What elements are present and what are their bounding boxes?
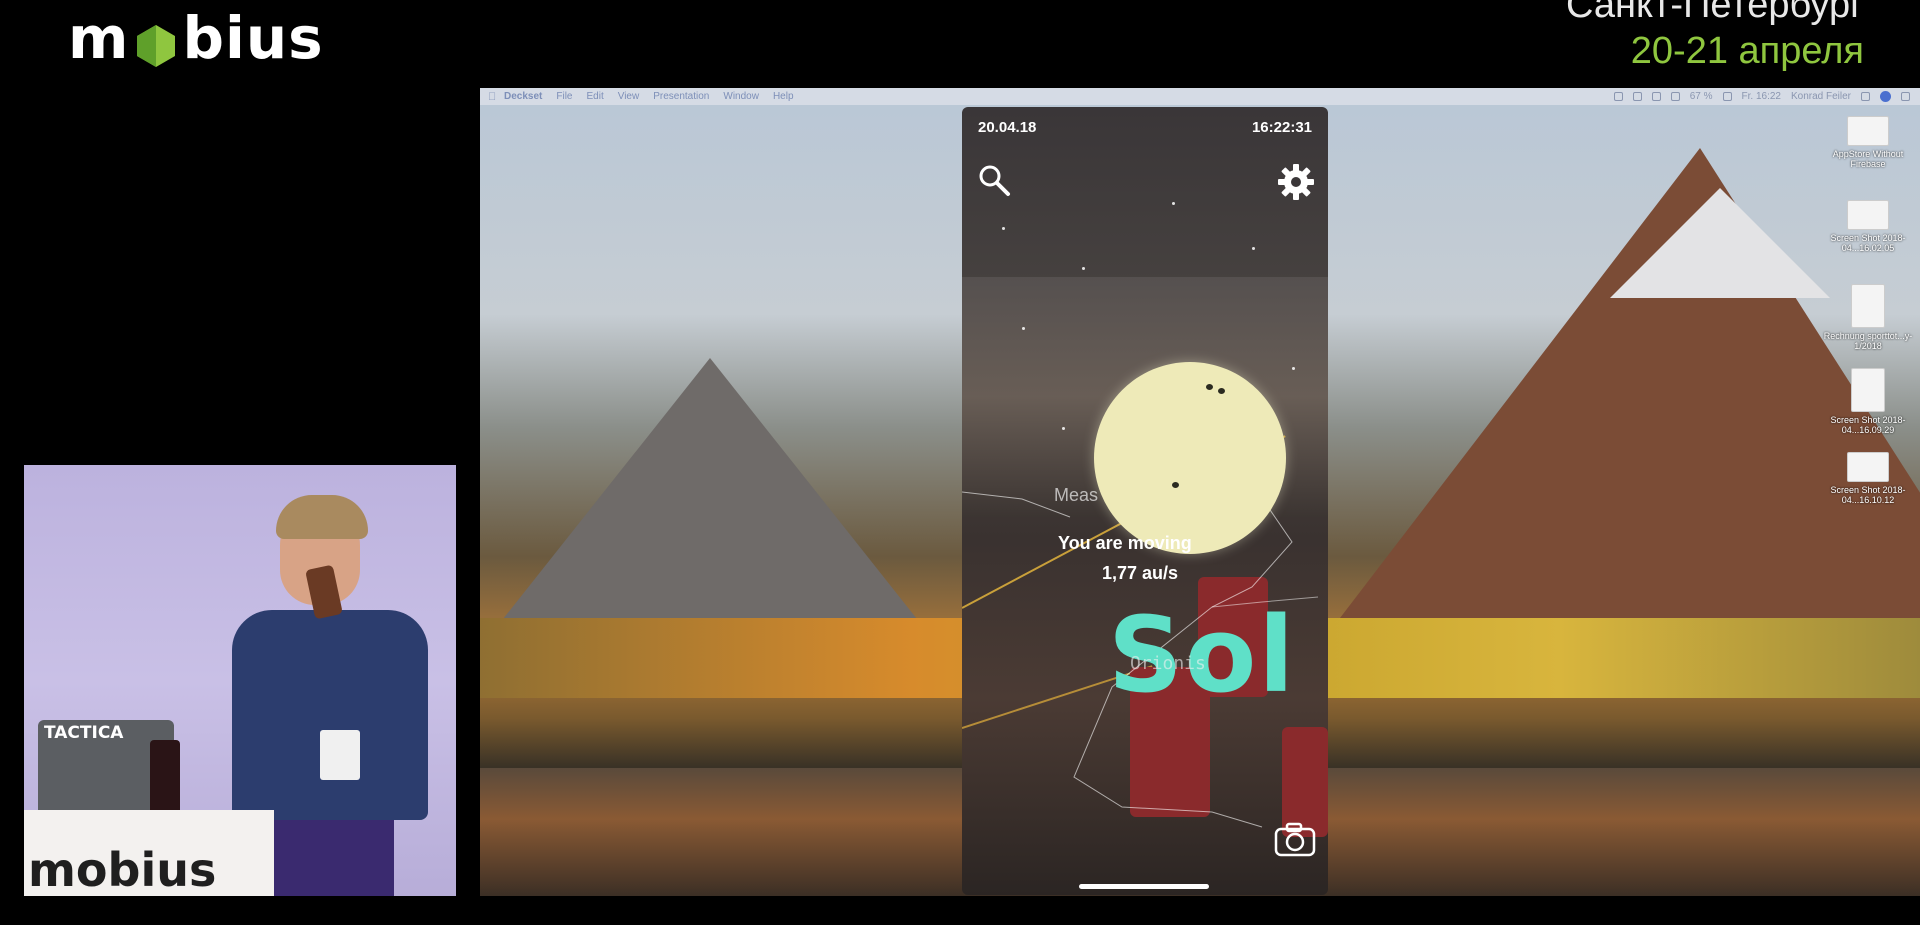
constellation-label: Orionis	[1130, 653, 1206, 674]
pdf-icon	[1851, 284, 1885, 328]
menu-help[interactable]: Help	[773, 91, 794, 102]
menu-edit[interactable]: Edit	[586, 91, 603, 102]
gear-icon[interactable]	[1276, 162, 1316, 202]
camera-icon[interactable]	[1274, 821, 1316, 857]
desktop-file[interactable]: Screen Shot 2018-04...16.10.12	[1820, 452, 1916, 536]
phone-status-date: 20.04.18	[978, 119, 1037, 136]
spotlight-icon[interactable]	[1861, 92, 1870, 101]
wallpaper-mountain-left	[480, 358, 940, 648]
bottom-bar	[0, 896, 1920, 925]
desktop-file[interactable]: AppStore Without Firebase	[1820, 116, 1916, 200]
status-wifi-icon[interactable]	[1651, 92, 1661, 101]
speaker-badge	[320, 730, 360, 780]
phone-screen: 20.04.18 16:22:31 Meas You are moving 1,…	[962, 107, 1328, 895]
sunspot	[1218, 388, 1225, 394]
menu-app-name[interactable]: Deckset	[504, 91, 542, 102]
battery-percentage[interactable]: 67 %	[1690, 91, 1713, 102]
apple-menu-icon[interactable]: 	[488, 91, 504, 103]
menu-file[interactable]: File	[556, 91, 572, 102]
menu-view[interactable]: View	[618, 91, 640, 102]
measure-label: Meas	[1054, 485, 1099, 505]
status-volume-icon[interactable]	[1670, 92, 1680, 101]
desktop-file[interactable]: Rechnung sporttot...y-1/2018	[1820, 284, 1916, 368]
desktop-file[interactable]: Screen Shot 2018-04...16.09.29	[1820, 368, 1916, 452]
screenshot-icon	[1851, 368, 1885, 412]
speaker-hair	[276, 495, 368, 539]
status-timemachine-icon[interactable]	[1632, 92, 1642, 101]
menubar-clock[interactable]: Fr. 16:22	[1742, 91, 1781, 102]
notification-center-icon[interactable]	[1901, 92, 1910, 101]
menu-window[interactable]: Window	[723, 91, 759, 102]
speaker-camera-feed: TACTICA mobius	[24, 465, 456, 897]
mac-menubar:  Deckset File Edit View Presentation Wi…	[480, 88, 1920, 105]
conference-logo: m bius	[68, 4, 324, 72]
speaker-legs	[270, 817, 394, 897]
desktop-icons: AppStore Without Firebase Screen Shot 20…	[1820, 116, 1916, 536]
speaker-body	[232, 610, 428, 820]
document-icon	[1847, 116, 1889, 146]
menubar-user[interactable]: Konrad Feiler	[1791, 91, 1851, 102]
desktop-file-label: Screen Shot 2018-04...16.02.05	[1830, 233, 1906, 253]
sunspot	[1172, 482, 1179, 488]
cup	[150, 740, 180, 814]
event-info: Санкт-Петербург 20-21 апреля	[1566, 0, 1864, 74]
logo-text-m: m	[68, 4, 130, 72]
wallpaper-snow-peak	[1610, 188, 1830, 298]
desktop-file-label: AppStore Without Firebase	[1832, 149, 1904, 169]
logo-text-bius: bius	[182, 4, 324, 72]
screenshot-icon	[1847, 200, 1889, 230]
menubar-status-area: 67 % Fr. 16:22 Konrad Feiler	[1613, 88, 1910, 105]
sunspot	[1206, 384, 1213, 390]
logo-leaf-icon	[133, 15, 179, 67]
menu-presentation[interactable]: Presentation	[653, 91, 709, 102]
desktop-file[interactable]: Screen Shot 2018-04...16.02.05	[1820, 200, 1916, 284]
home-indicator[interactable]	[1079, 884, 1209, 889]
phone-status-time: 16:22:31	[1251, 119, 1312, 136]
desktop-file-label: Screen Shot 2018-04...16.10.12	[1830, 485, 1906, 505]
event-date: 20-21 апреля	[1630, 30, 1864, 72]
search-icon[interactable]	[976, 162, 1012, 198]
podium-logo: mobius	[28, 843, 217, 897]
sun-sphere[interactable]	[1094, 362, 1286, 554]
siri-icon[interactable]	[1880, 91, 1891, 102]
laptop-sticker: TACTICA	[44, 723, 124, 743]
speed-readout: 1,77 au/s	[1102, 563, 1179, 583]
movement-label: You are moving	[1058, 533, 1192, 553]
desktop-file-label: Screen Shot 2018-04...16.09.29	[1830, 415, 1906, 435]
status-extension-icon[interactable]	[1613, 92, 1623, 101]
screenshot-icon	[1847, 452, 1889, 482]
event-city: Санкт-Петербург	[1565, 0, 1864, 26]
desktop-file-label: Rechnung sporttot...y-1/2018	[1823, 331, 1913, 351]
battery-icon[interactable]	[1722, 92, 1732, 101]
